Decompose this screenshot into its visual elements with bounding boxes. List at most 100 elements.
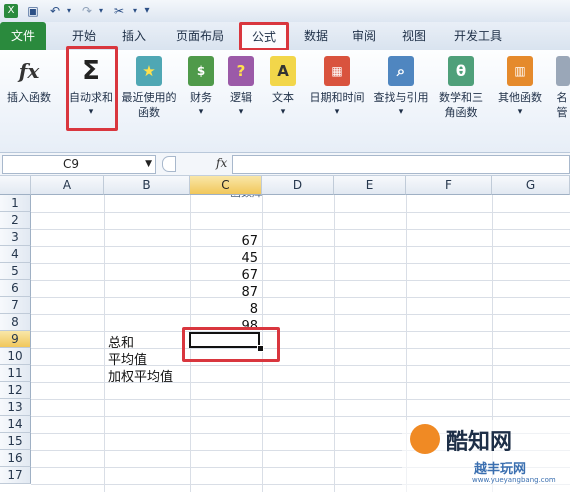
- name-box-value: C9: [63, 157, 80, 171]
- recent-functions-button[interactable]: ★ 最近使用的函数: [118, 56, 180, 120]
- more-functions-dropdown-icon[interactable]: ▾: [492, 105, 548, 120]
- watermark-brand: 酷知网: [446, 430, 513, 455]
- tools-icon[interactable]: ✂: [112, 4, 126, 18]
- watermark-logo-icon: [410, 424, 440, 454]
- logic-book-icon: ?: [228, 56, 254, 86]
- column-header-d[interactable]: D: [262, 176, 334, 195]
- search-book-icon: ⌕: [388, 56, 414, 86]
- formula-bar: C9 ▼ fx: [0, 153, 570, 176]
- highlight-active-cell: [182, 327, 280, 362]
- row-header-6[interactable]: 6: [0, 280, 31, 297]
- text-label: 文本: [272, 91, 294, 104]
- highlight-autosum-button: [66, 46, 118, 131]
- date-time-label: 日期和时间: [309, 91, 365, 104]
- row-header-15[interactable]: 15: [0, 433, 31, 450]
- formula-input[interactable]: [232, 155, 570, 174]
- row-header-10[interactable]: 10: [0, 348, 31, 365]
- row-header-14[interactable]: 14: [0, 416, 31, 433]
- calendar-book-icon: ▦: [324, 56, 350, 86]
- row-header-16[interactable]: 16: [0, 450, 31, 467]
- formula-bar-handle-icon[interactable]: [162, 156, 176, 172]
- redo-icon[interactable]: ↷: [80, 4, 94, 18]
- insert-function-button[interactable]: fx 插入函数: [2, 56, 56, 105]
- row-header-9[interactable]: 9: [0, 331, 31, 348]
- highlight-formulas-tab: [239, 22, 289, 51]
- column-header-f[interactable]: F: [406, 176, 492, 195]
- math-trig-button[interactable]: θ 数学和三角函数: [432, 56, 490, 120]
- quick-access-toolbar: X ▣ ↶ ▾ ↷ ▾ ✂ ▾ ▾: [0, 0, 570, 23]
- tab-review[interactable]: 审阅: [342, 22, 386, 50]
- cell-c4[interactable]: 45: [190, 250, 258, 267]
- cell-c6[interactable]: 87: [190, 284, 258, 301]
- name-manager-icon: [556, 56, 570, 86]
- date-time-button[interactable]: ▦ 日期和时间 ▾: [306, 56, 368, 120]
- row-header-7[interactable]: 7: [0, 297, 31, 314]
- lookup-reference-label: 查找与引用: [373, 91, 429, 104]
- row-header-5[interactable]: 5: [0, 263, 31, 280]
- column-header-a[interactable]: A: [31, 176, 104, 195]
- financial-dropdown-icon[interactable]: ▾: [184, 105, 218, 120]
- more-functions-label: 其他函数: [498, 91, 542, 104]
- row-header-1[interactable]: 1: [0, 195, 31, 212]
- customize-toolbar-icon[interactable]: ▾: [140, 4, 154, 18]
- cell-b9[interactable]: 总和: [108, 335, 134, 352]
- cell-b10[interactable]: 平均值: [108, 352, 147, 369]
- insert-function-label: 插入函数: [7, 91, 51, 104]
- logical-dropdown-icon[interactable]: ▾: [224, 105, 258, 120]
- stack-books-icon: ▥: [507, 56, 533, 86]
- watermark-sub: 越丰玩网: [474, 462, 527, 477]
- financial-label: 财务: [190, 91, 212, 104]
- save-icon[interactable]: ▣: [26, 4, 40, 18]
- name-manager-label: 名管: [556, 91, 568, 119]
- theta-book-icon: θ: [448, 56, 474, 86]
- recent-functions-label: 最近使用的函数: [121, 91, 177, 119]
- row-header-13[interactable]: 13: [0, 399, 31, 416]
- cell-c5[interactable]: 67: [190, 267, 258, 284]
- row-header-3[interactable]: 3: [0, 229, 31, 246]
- undo-icon[interactable]: ↶: [48, 4, 62, 18]
- watermark-url: www.yueyangbang.com: [472, 476, 556, 484]
- row-header-8[interactable]: 8: [0, 314, 31, 331]
- name-box[interactable]: C9 ▼: [2, 155, 156, 174]
- row-header-2[interactable]: 2: [0, 212, 31, 229]
- star-book-icon: ★: [136, 56, 162, 86]
- column-header-c[interactable]: C: [190, 176, 262, 195]
- undo-dropdown-icon[interactable]: ▾: [62, 4, 76, 18]
- tab-data[interactable]: 数据: [294, 22, 338, 50]
- tab-insert[interactable]: 插入: [112, 22, 156, 50]
- tab-developer[interactable]: 开发工具: [446, 22, 510, 50]
- logical-label: 逻辑: [230, 91, 252, 104]
- cell-c7[interactable]: 8: [190, 301, 258, 318]
- row-header-17[interactable]: 17: [0, 467, 31, 484]
- row-header-12[interactable]: 12: [0, 382, 31, 399]
- fx-icon: fx: [18, 58, 40, 83]
- text-dropdown-icon[interactable]: ▾: [266, 105, 300, 120]
- column-header-b[interactable]: B: [104, 176, 190, 195]
- excel-logo-icon: X: [4, 4, 18, 18]
- cell-b11[interactable]: 加权平均值: [108, 369, 173, 386]
- date-time-dropdown-icon[interactable]: ▾: [306, 105, 368, 120]
- more-functions-button[interactable]: ▥ 其他函数 ▾: [492, 56, 548, 120]
- text-button[interactable]: A 文本 ▾: [266, 56, 300, 120]
- tab-file[interactable]: 文件: [0, 22, 46, 50]
- row-header-4[interactable]: 4: [0, 246, 31, 263]
- column-header-e[interactable]: E: [334, 176, 406, 195]
- text-book-icon: A: [270, 56, 296, 86]
- cell-c3[interactable]: 67: [190, 233, 258, 250]
- select-all-corner[interactable]: [0, 176, 31, 195]
- lookup-reference-dropdown-icon[interactable]: ▾: [370, 105, 432, 120]
- finance-book-icon: $: [188, 56, 214, 86]
- tab-page-layout[interactable]: 页面布局: [168, 22, 232, 50]
- logical-button[interactable]: ? 逻辑 ▾: [224, 56, 258, 120]
- watermark: 酷知网 越丰玩网 www.yueyangbang.com: [402, 420, 570, 492]
- math-trig-label: 数学和三角函数: [439, 91, 483, 119]
- lookup-reference-button[interactable]: ⌕ 查找与引用 ▾: [370, 56, 432, 120]
- row-header-11[interactable]: 11: [0, 365, 31, 382]
- name-box-dropdown-icon[interactable]: ▼: [145, 156, 152, 173]
- fx-insert-icon[interactable]: fx: [216, 156, 227, 170]
- column-header-g[interactable]: G: [492, 176, 570, 195]
- name-manager-button[interactable]: 名管: [556, 56, 570, 120]
- tab-view[interactable]: 视图: [392, 22, 436, 50]
- redo-dropdown-icon[interactable]: ▾: [94, 4, 108, 18]
- financial-button[interactable]: $ 财务 ▾: [184, 56, 218, 120]
